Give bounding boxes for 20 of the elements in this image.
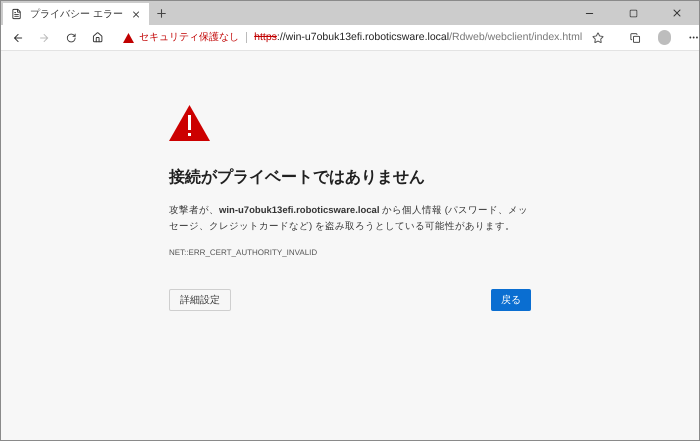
security-label: セキュリティ保護なし (139, 30, 240, 45)
close-icon[interactable] (671, 7, 683, 19)
advanced-button[interactable]: 詳細設定 (169, 289, 231, 311)
tab-title: プライバシー エラー (30, 8, 123, 22)
home-icon[interactable] (92, 31, 104, 44)
url-text: https://win-u7obuk13efi.roboticsware.local/Rdweb/webclient/index.html (254, 30, 582, 45)
error-code: NET::ERR_CERT_AUTHORITY_INVALID (169, 247, 318, 259)
refresh-icon[interactable] (66, 32, 77, 44)
collections-icon[interactable] (630, 32, 641, 44)
favorite-icon[interactable] (592, 32, 604, 44)
close-tab-icon[interactable] (130, 8, 141, 20)
page-icon (11, 8, 22, 20)
back-button[interactable]: 戻る (491, 289, 531, 311)
new-tab-icon[interactable] (155, 7, 168, 20)
error-heading: 接続がプライベートではありません (169, 167, 426, 188)
maximize-icon[interactable] (628, 8, 638, 18)
browser-tab[interactable]: プライバシー エラー (3, 3, 149, 25)
warning-icon (169, 105, 210, 141)
error-message: 攻撃者が、win-u7obuk13efi.roboticsware.local から個人情報 (パスワード、メッセージ、クレジットカードなど) を盗み取ろうとしている可能性があります。 (169, 204, 529, 234)
warning-icon (123, 32, 134, 42)
